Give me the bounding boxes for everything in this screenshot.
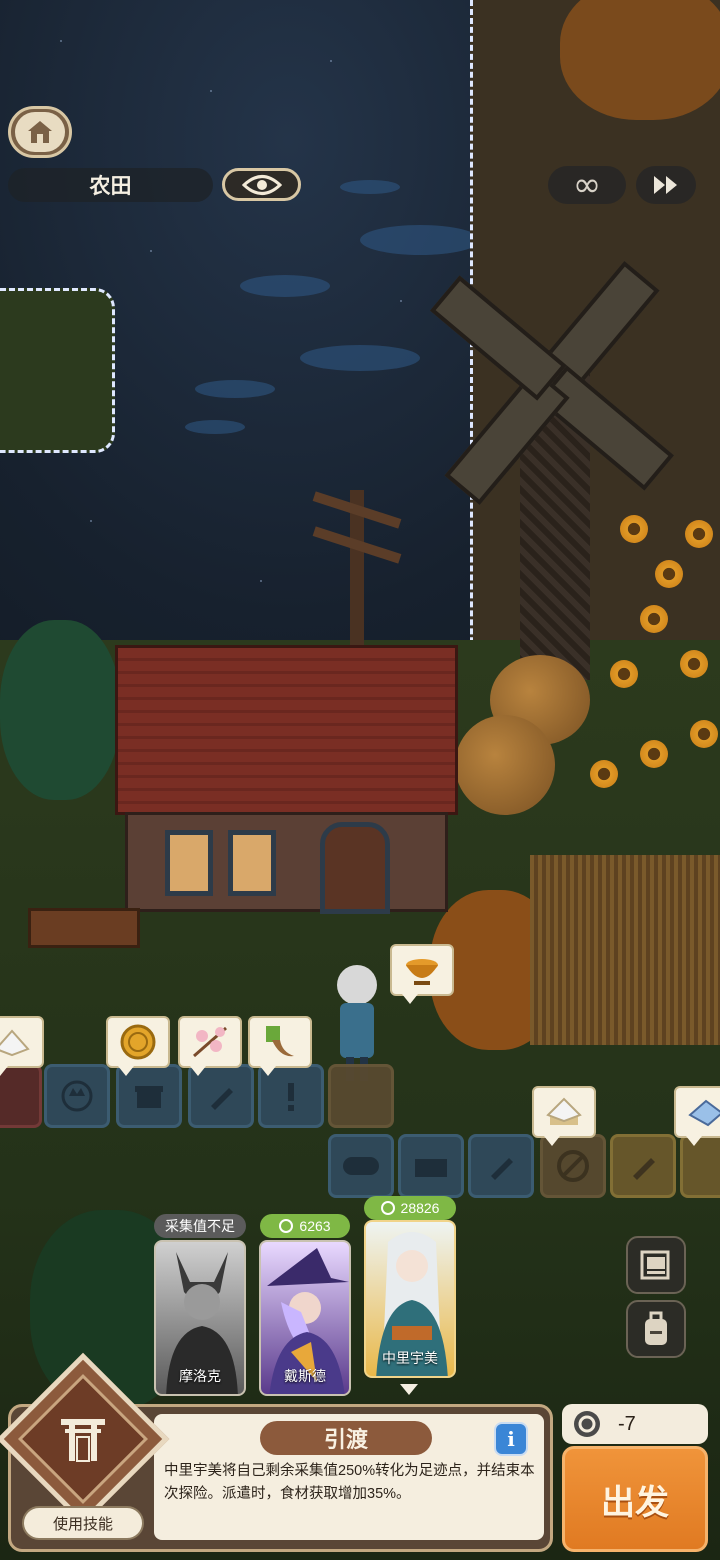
footprint-icon	[380, 1201, 395, 1215]
character-name: 摩洛克	[179, 1368, 221, 1384]
footprint-icon	[279, 1219, 294, 1233]
sunflower	[685, 520, 713, 548]
star	[330, 60, 332, 62]
badge-text: 采集值不足	[165, 1218, 235, 1234]
backpack-button[interactable]	[626, 1300, 686, 1358]
cost-value: -7	[618, 1412, 636, 1435]
star	[400, 300, 402, 302]
badge-value: 6263	[299, 1218, 331, 1234]
blue-crystal-icon[interactable]	[674, 1086, 720, 1146]
sunflower	[620, 515, 648, 543]
character-value-badge: 28826	[364, 1196, 456, 1220]
footprint-cost: -7	[562, 1404, 708, 1444]
fast-forward-button[interactable]	[636, 166, 696, 204]
path-tile	[328, 1134, 394, 1198]
wheat-field	[530, 855, 720, 1045]
torii-gate-icon	[61, 1419, 105, 1462]
footprint-icon	[574, 1411, 600, 1437]
star	[210, 90, 212, 92]
sunflower	[680, 650, 708, 678]
character-name: 戴斯德	[284, 1368, 326, 1384]
path-tile	[328, 1064, 394, 1128]
sunflower	[690, 720, 718, 748]
character-card-moloch[interactable]: 摩洛克	[154, 1240, 246, 1396]
depart-button[interactable]: 出发	[562, 1446, 708, 1552]
infinity-icon: ∞	[572, 165, 602, 205]
salt-crystal-icon[interactable]	[532, 1086, 596, 1146]
cloud	[360, 225, 480, 255]
sunflower	[610, 660, 638, 688]
forbidden-icon	[557, 1150, 589, 1182]
cloud	[340, 180, 400, 194]
character-card-nakazato-umi[interactable]: 中里宇美	[364, 1220, 456, 1378]
cherry-blossom-icon[interactable]	[178, 1016, 242, 1076]
fast-forward-icon	[654, 176, 677, 194]
home-icon	[28, 121, 52, 143]
star	[90, 520, 92, 522]
star	[60, 40, 62, 42]
path-tile	[398, 1134, 464, 1198]
carrot-icon	[211, 1088, 233, 1110]
path-tile	[44, 1064, 110, 1128]
infinity-button[interactable]: ∞	[548, 165, 626, 205]
view-toggle-button[interactable]	[222, 168, 301, 201]
character-status-badge: 采集值不足	[154, 1214, 246, 1238]
info-icon: i	[507, 1427, 515, 1451]
house-roof	[115, 645, 458, 815]
game-scene	[0, 0, 720, 1560]
house-door	[320, 822, 390, 914]
use-skill-button[interactable]: 使用技能	[22, 1506, 144, 1540]
cloud	[185, 420, 245, 434]
house-window	[228, 830, 276, 896]
character-card-daisde[interactable]: 戴斯德	[259, 1240, 351, 1396]
cat-mark-icon	[61, 1080, 93, 1112]
star	[260, 580, 262, 582]
gallery-button[interactable]	[626, 1236, 686, 1294]
ginseng-root-icon[interactable]	[248, 1016, 312, 1076]
gamepad-icon	[343, 1157, 379, 1175]
sunflower	[640, 605, 668, 633]
gold-coin-icon[interactable]	[106, 1016, 170, 1076]
location-name: 农田	[89, 175, 132, 198]
haystack	[455, 715, 555, 815]
home-button[interactable]	[8, 106, 72, 158]
skill-description: 中里宇美将自己剩余采集值250%转化为足迹点，并结束本次探险。派遣时，食材获取增…	[164, 1463, 535, 1502]
star	[150, 250, 152, 252]
cloud	[195, 380, 275, 398]
salt-crystal-icon[interactable]	[0, 1016, 44, 1076]
cloud	[240, 275, 330, 297]
house-window	[165, 830, 213, 896]
wooden-bench	[28, 908, 140, 948]
gallery-icon	[640, 1250, 670, 1280]
floating-island	[0, 288, 115, 453]
apple-tree	[0, 620, 120, 800]
skill-name: 引渡	[260, 1421, 432, 1455]
info-button[interactable]: i	[494, 1422, 528, 1456]
sunflower	[590, 760, 618, 788]
path-tile	[468, 1134, 534, 1198]
sunflower	[640, 740, 668, 768]
cloud	[300, 345, 420, 371]
backpack-icon	[645, 1311, 667, 1345]
selected-indicator	[400, 1384, 418, 1395]
sunflower	[655, 560, 683, 588]
carrot-icon	[633, 1158, 655, 1180]
golden-bowl-icon[interactable]	[390, 944, 454, 1004]
badge-value: 28826	[400, 1200, 440, 1216]
use-skill-label: 使用技能	[52, 1515, 113, 1533]
exclamation-icon	[288, 1083, 294, 1111]
character-name: 中里宇美	[382, 1350, 438, 1366]
location-label: 农田	[8, 168, 213, 202]
path-tile	[610, 1134, 676, 1198]
character-value-badge: 6263	[260, 1214, 350, 1238]
depart-label: 出发	[601, 1483, 669, 1522]
gift-box-icon	[135, 1086, 163, 1108]
chest-icon	[415, 1159, 447, 1177]
autumn-tree	[560, 0, 720, 120]
eye-icon	[241, 174, 282, 195]
carrot-icon	[491, 1158, 513, 1180]
